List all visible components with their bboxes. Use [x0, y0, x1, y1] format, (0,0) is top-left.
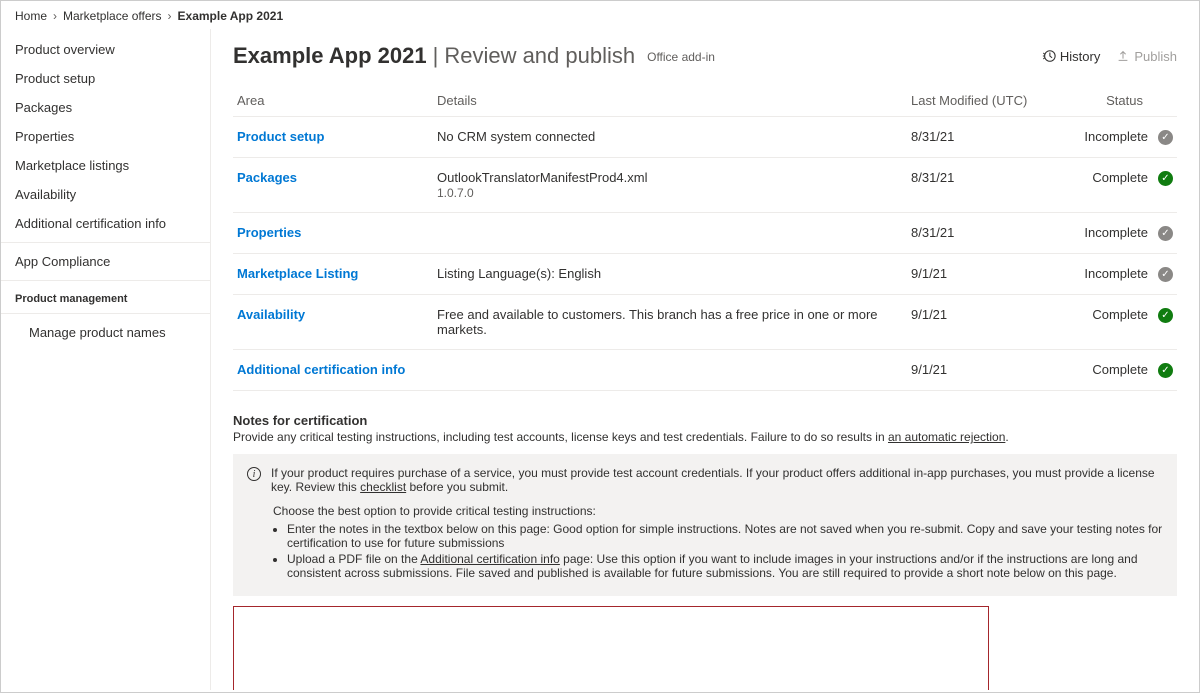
status-cell: Complete✓ — [1057, 158, 1177, 213]
lastmod-cell: 8/31/21 — [907, 213, 1057, 254]
status-cell: Incomplete✓ — [1057, 213, 1177, 254]
sidebar-item-listings[interactable]: Marketplace listings — [1, 151, 210, 180]
history-icon — [1042, 49, 1056, 63]
lastmod-cell: 9/1/21 — [907, 350, 1057, 391]
sidebar-item-packages[interactable]: Packages — [1, 93, 210, 122]
col-lastmod: Last Modified (UTC) — [907, 87, 1057, 117]
publish-icon — [1116, 49, 1130, 63]
notes-desc: Provide any critical testing instruction… — [233, 430, 1177, 444]
sidebar-item-certinfo[interactable]: Additional certification info — [1, 209, 210, 238]
publish-label: Publish — [1134, 49, 1177, 64]
area-link[interactable]: Product setup — [237, 129, 324, 144]
notes-title: Notes for certification — [233, 413, 1177, 428]
details-cell — [433, 350, 907, 391]
details-cell: Listing Language(s): English — [433, 254, 907, 295]
status-cell: Incomplete✓ — [1057, 117, 1177, 158]
offer-type-tag: Office add-in — [647, 50, 715, 64]
check-icon: ✓ — [1158, 308, 1173, 323]
lastmod-cell: 9/1/21 — [907, 295, 1057, 350]
col-details: Details — [433, 87, 907, 117]
publish-action: Publish — [1116, 49, 1177, 64]
divider — [1, 242, 210, 243]
check-icon: ✓ — [1158, 363, 1173, 378]
col-area: Area — [233, 87, 433, 117]
breadcrumb-item[interactable]: Marketplace offers — [63, 9, 162, 23]
history-button[interactable]: History — [1042, 49, 1100, 64]
col-status: Status — [1057, 87, 1177, 117]
status-cell: Complete✓ — [1057, 295, 1177, 350]
table-row: Availability Free and available to custom… — [233, 295, 1177, 350]
table-row: Properties 8/31/21Incomplete✓ — [233, 213, 1177, 254]
lastmod-cell: 8/31/21 — [907, 158, 1057, 213]
area-link[interactable]: Packages — [237, 170, 297, 185]
area-link[interactable]: Properties — [237, 225, 301, 240]
title-separator: | — [433, 43, 439, 69]
sidebar-header-pm: Product management — [1, 285, 210, 309]
details-cell — [433, 213, 907, 254]
sidebar: Product overview Product setup Packages … — [1, 29, 211, 690]
bullet-item: Enter the notes in the textbox below on … — [287, 522, 1163, 550]
status-cell: Incomplete✓ — [1057, 254, 1177, 295]
area-link[interactable]: Additional certification info — [237, 362, 405, 377]
table-row: Additional certification info 9/1/21Compl… — [233, 350, 1177, 391]
page-title: Review and publish — [444, 43, 635, 69]
area-link[interactable]: Marketplace Listing — [237, 266, 358, 281]
table-row: Product setup No CRM system connected8/31… — [233, 117, 1177, 158]
lastmod-cell: 9/1/21 — [907, 254, 1057, 295]
chevron-right-icon: › — [53, 9, 57, 23]
page-app-name: Example App 2021 — [233, 43, 427, 69]
lastmod-cell: 8/31/21 — [907, 117, 1057, 158]
sidebar-item-overview[interactable]: Product overview — [1, 35, 210, 64]
review-table: Area Details Last Modified (UTC) Status … — [233, 87, 1177, 391]
breadcrumb-current: Example App 2021 — [178, 9, 284, 23]
status-cell: Complete✓ — [1057, 350, 1177, 391]
incomplete-icon: ✓ — [1158, 226, 1173, 241]
cert-info-link[interactable]: Additional certification info — [420, 552, 559, 566]
details-cell: Free and available to customers. This br… — [433, 295, 907, 350]
divider — [1, 280, 210, 281]
table-row: Marketplace Listing Listing Language(s): … — [233, 254, 1177, 295]
breadcrumb-item[interactable]: Home — [15, 9, 47, 23]
breadcrumb: Home › Marketplace offers › Example App … — [1, 1, 1199, 29]
sidebar-item-properties[interactable]: Properties — [1, 122, 210, 151]
info-box: i If your product requires purchase of a… — [233, 454, 1177, 596]
chevron-right-icon: › — [168, 9, 172, 23]
choose-text: Choose the best option to provide critic… — [247, 504, 1163, 518]
checklist-link[interactable]: checklist — [360, 480, 406, 494]
details-cell: OutlookTranslatorManifestProd4.xml1.0.7.… — [433, 158, 907, 213]
sidebar-item-setup[interactable]: Product setup — [1, 64, 210, 93]
info-icon: i — [247, 467, 261, 481]
check-icon: ✓ — [1158, 171, 1173, 186]
table-row: Packages OutlookTranslatorManifestProd4.x… — [233, 158, 1177, 213]
divider — [1, 313, 210, 314]
sidebar-item-manage-names[interactable]: Manage product names — [1, 318, 210, 347]
auto-rejection-link[interactable]: an automatic rejection — [888, 430, 1005, 444]
incomplete-icon: ✓ — [1158, 130, 1173, 145]
incomplete-icon: ✓ — [1158, 267, 1173, 282]
details-cell: No CRM system connected — [433, 117, 907, 158]
main-content: Example App 2021 | Review and publish Of… — [211, 29, 1199, 690]
sidebar-item-compliance[interactable]: App Compliance — [1, 247, 210, 276]
history-label: History — [1060, 49, 1100, 64]
area-link[interactable]: Availability — [237, 307, 305, 322]
sidebar-item-availability[interactable]: Availability — [1, 180, 210, 209]
bullet-item: Upload a PDF file on the Additional cert… — [287, 552, 1163, 580]
notes-textarea[interactable] — [233, 606, 989, 690]
